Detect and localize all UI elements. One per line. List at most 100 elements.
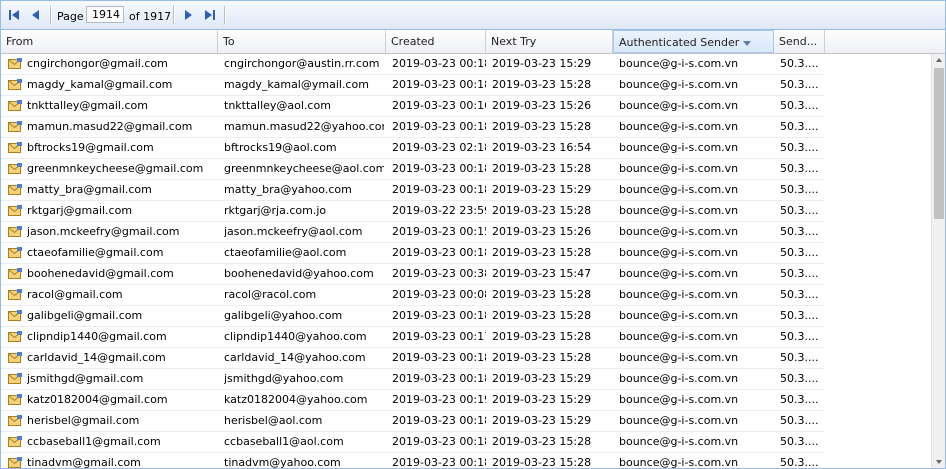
cell-auth-sender: bounce@g-i-s.com.vn <box>619 183 739 196</box>
mail-envelope-icon <box>8 100 22 111</box>
mail-envelope-icon <box>8 142 22 153</box>
cell-auth-sender: bounce@g-i-s.com.vn <box>619 162 739 175</box>
last-page-button[interactable] <box>203 8 217 22</box>
cell-to: mamun.masud22@yahoo.com <box>224 120 384 133</box>
scroll-up-arrow-icon[interactable] <box>932 54 945 66</box>
mail-envelope-icon <box>8 268 22 279</box>
cell-send: 50.3.... <box>780 372 819 385</box>
cell-created: 2019-03-23 00:18 <box>392 57 486 70</box>
table-row[interactable]: ccbaseball1@gmail.com ccbaseball1@aol.com… <box>1 432 824 453</box>
cell-created: 2019-03-23 00:18 <box>392 372 486 385</box>
mail-envelope-icon <box>8 415 22 426</box>
cell-from: katz0182004@gmail.com <box>27 393 168 406</box>
cell-to: tinadvm@yahoo.com <box>224 456 341 468</box>
table-row[interactable]: herisbel@gmail.com herisbel@aol.com 2019-0… <box>1 411 824 432</box>
cell-next-try: 2019-03-23 15:29 <box>492 183 592 196</box>
previous-page-button[interactable] <box>29 8 43 22</box>
cell-next-try: 2019-03-23 15:29 <box>492 372 592 385</box>
cell-next-try: 2019-03-23 15:28 <box>492 435 592 448</box>
cell-created: 2019-03-23 00:19 <box>392 393 486 406</box>
cell-created: 2019-03-23 00:15 <box>392 225 486 238</box>
mail-envelope-icon <box>8 121 22 132</box>
table-row[interactable]: tinadvm@gmail.com tinadvm@yahoo.com 2019-0… <box>1 453 824 468</box>
column-header-to[interactable]: To <box>218 30 386 53</box>
table-row[interactable]: greenmnkeycheese@gmail.com greenmnkeychee… <box>1 159 824 180</box>
cell-send: 50.3.... <box>780 456 819 468</box>
vertical-scrollbar[interactable] <box>931 54 945 468</box>
cell-created: 2019-03-23 00:38 <box>392 267 486 280</box>
cell-from: mamun.masud22@gmail.com <box>27 120 193 133</box>
mail-envelope-icon <box>8 289 22 300</box>
cell-send: 50.3.... <box>780 267 819 280</box>
last-page-icon <box>205 10 215 20</box>
table-row[interactable]: jason.mckeefry@gmail.com jason.mckeefry@a… <box>1 222 824 243</box>
table-row[interactable]: clipndip1440@gmail.com clipndip1440@yahoo… <box>1 327 824 348</box>
column-header-send[interactable]: Send... <box>774 30 825 53</box>
cell-from: boohenedavid@gmail.com <box>27 267 174 280</box>
mail-envelope-icon <box>8 226 22 237</box>
table-row[interactable]: cngirchongor@gmail.com cngirchongor@austi… <box>1 54 824 75</box>
cell-send: 50.3.... <box>780 393 819 406</box>
cell-next-try: 2019-03-23 15:28 <box>492 78 592 91</box>
cell-to: greenmnkeycheese@aol.com <box>224 162 384 175</box>
table-row[interactable]: jsmithgd@gmail.com jsmithgd@yahoo.com 2019… <box>1 369 824 390</box>
table-row[interactable]: bftrocks19@gmail.com bftrocks19@aol.com 20… <box>1 138 824 159</box>
cell-from: carldavid_14@gmail.com <box>27 351 166 364</box>
cell-auth-sender: bounce@g-i-s.com.vn <box>619 99 739 112</box>
page-number-input[interactable] <box>86 6 124 23</box>
mail-envelope-icon <box>8 163 22 174</box>
cell-auth-sender: bounce@g-i-s.com.vn <box>619 120 739 133</box>
table-row[interactable]: carldavid_14@gmail.com carldavid_14@yahoo… <box>1 348 824 369</box>
table-row[interactable]: boohenedavid@gmail.com boohenedavid@yahoo… <box>1 264 824 285</box>
cell-created: 2019-03-23 00:08 <box>392 288 486 301</box>
cell-next-try: 2019-03-23 15:28 <box>492 204 592 217</box>
table-row[interactable]: katz0182004@gmail.com katz0182004@yahoo.c… <box>1 390 824 411</box>
cell-to: tnkttalley@aol.com <box>224 99 331 112</box>
cell-to: jason.mckeefry@aol.com <box>224 225 363 238</box>
table-row[interactable]: ctaeofamilie@gmail.com ctaeofamilie@aol.c… <box>1 243 824 264</box>
sort-descending-icon <box>743 40 752 46</box>
cell-next-try: 2019-03-23 15:28 <box>492 246 592 259</box>
cell-auth-sender: bounce@g-i-s.com.vn <box>619 246 739 259</box>
table-row[interactable]: matty_bra@gmail.com matty_bra@yahoo.com 20… <box>1 180 824 201</box>
table-row[interactable]: galibgeli@gmail.com galibgeli@yahoo.com 20… <box>1 306 824 327</box>
column-header-authenticated-sender[interactable]: Authenticated Sender <box>613 30 774 53</box>
table-row[interactable]: magdy_kamal@gmail.com magdy_kamal@ymail.c… <box>1 75 824 96</box>
scrollbar-thumb[interactable] <box>934 68 944 219</box>
table-row[interactable]: mamun.masud22@gmail.com mamun.masud22@yah… <box>1 117 824 138</box>
page-count-label: of 1917 <box>129 10 172 23</box>
cell-auth-sender: bounce@g-i-s.com.vn <box>619 57 739 70</box>
cell-auth-sender: bounce@g-i-s.com.vn <box>619 309 739 322</box>
cell-from: rktgarj@gmail.com <box>27 204 133 217</box>
cell-to: clipndip1440@yahoo.com <box>224 330 367 343</box>
cell-next-try: 2019-03-23 15:28 <box>492 162 592 175</box>
cell-from: ctaeofamilie@gmail.com <box>27 246 164 259</box>
first-page-button[interactable] <box>7 8 21 22</box>
mail-envelope-icon <box>8 436 22 447</box>
first-page-icon <box>9 10 19 20</box>
next-page-button[interactable] <box>181 8 195 22</box>
cell-next-try: 2019-03-23 15:28 <box>492 309 592 322</box>
column-header-created[interactable]: Created <box>386 30 486 53</box>
cell-to: ctaeofamilie@aol.com <box>224 246 347 259</box>
table-row[interactable]: tnkttalley@gmail.com tnkttalley@aol.com 20… <box>1 96 824 117</box>
cell-from: greenmnkeycheese@gmail.com <box>27 162 204 175</box>
cell-auth-sender: bounce@g-i-s.com.vn <box>619 267 739 280</box>
cell-to: boohenedavid@yahoo.com <box>224 267 374 280</box>
cell-from: ccbaseball1@gmail.com <box>27 435 161 448</box>
cell-next-try: 2019-03-23 15:47 <box>492 267 592 280</box>
column-header-from[interactable]: From <box>1 30 218 53</box>
cell-auth-sender: bounce@g-i-s.com.vn <box>619 393 739 406</box>
mail-envelope-icon <box>8 310 22 321</box>
paging-toolbar: Page of 1917 <box>1 1 945 30</box>
toolbar-separator <box>224 6 226 24</box>
cell-auth-sender: bounce@g-i-s.com.vn <box>619 141 739 154</box>
column-header-next-try[interactable]: Next Try <box>486 30 613 53</box>
cell-send: 50.3.... <box>780 120 819 133</box>
cell-send: 50.3.... <box>780 162 819 175</box>
scroll-down-arrow-icon[interactable] <box>932 456 945 468</box>
table-row[interactable]: rktgarj@gmail.com rktgarj@rja.com.jo 2019-… <box>1 201 824 222</box>
table-row[interactable]: racol@gmail.com racol@racol.com 2019-03-23… <box>1 285 824 306</box>
page-label: Page <box>57 10 84 23</box>
cell-to: jsmithgd@yahoo.com <box>224 372 344 385</box>
